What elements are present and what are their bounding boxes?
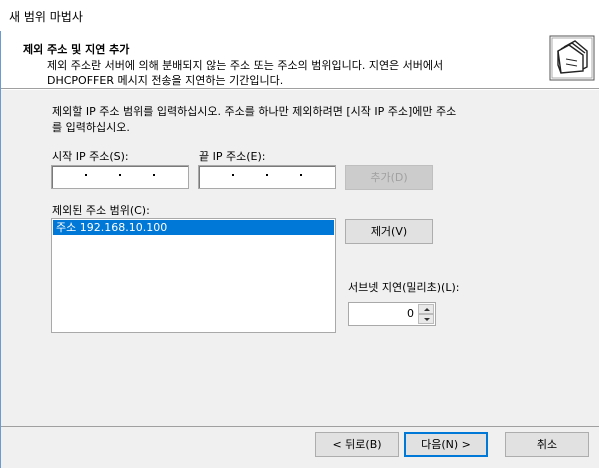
instruction-line2: 를 입력하십시오. bbox=[52, 121, 130, 134]
window-title: 새 범위 마법사 bbox=[9, 10, 83, 24]
wizard-header: 제외 주소 및 지연 추가 제외 주소란 서버에 의해 분배되지 않는 주소 또… bbox=[1, 31, 599, 88]
ip-octet-separator bbox=[119, 174, 121, 176]
folder-stack-icon bbox=[549, 35, 595, 81]
end-ip-field[interactable] bbox=[198, 165, 336, 189]
end-ip-label: 끝 IP 주소(E): bbox=[199, 150, 266, 163]
page-description-line1: 제외 주소란 서버에 의해 분배되지 않는 주소 또는 주소의 범위입니다. 지… bbox=[47, 59, 444, 72]
spin-up-icon[interactable] bbox=[418, 304, 434, 314]
remove-button[interactable]: 제거(V) bbox=[345, 219, 433, 244]
page-description-line2: DHCPOFFER 메시지 전송을 지연하는 기간입니다. bbox=[47, 74, 284, 87]
ip-octet-separator bbox=[153, 174, 155, 176]
back-button[interactable]: < 뒤로(B) bbox=[315, 432, 399, 457]
ip-octet-separator bbox=[85, 174, 87, 176]
subnet-delay-spinner[interactable]: 0 bbox=[348, 302, 436, 326]
add-button[interactable]: 추가(D) bbox=[345, 165, 433, 190]
title-bar: 새 범위 마법사 bbox=[0, 0, 599, 31]
list-item[interactable]: 주소 192.168.10.100 bbox=[53, 220, 334, 235]
excluded-range-list[interactable]: 주소 192.168.10.100 bbox=[51, 218, 336, 333]
new-scope-wizard-window: 새 범위 마법사 제외 주소 및 지연 추가 제외 주소란 서버에 의해 분배되… bbox=[0, 0, 599, 468]
cancel-button[interactable]: 취소 bbox=[505, 432, 589, 457]
ip-octet-separator bbox=[266, 174, 268, 176]
excluded-range-label: 제외된 주소 범위(C): bbox=[52, 204, 150, 217]
subnet-delay-value[interactable]: 0 bbox=[407, 307, 414, 320]
start-ip-label: 시작 IP 주소(S): bbox=[52, 150, 129, 163]
ip-octet-separator bbox=[300, 174, 302, 176]
start-ip-field[interactable] bbox=[51, 165, 189, 189]
spinner-arrows bbox=[418, 304, 434, 324]
subnet-delay-label: 서브넷 지연(밀리초)(L): bbox=[348, 281, 460, 294]
instruction-line1: 제외할 IP 주소 범위를 입력하십시오. 주소를 하나만 제외하려면 [시작 … bbox=[52, 105, 457, 118]
spin-down-icon[interactable] bbox=[418, 314, 434, 324]
next-button[interactable]: 다음(N) > bbox=[404, 432, 488, 457]
ip-octet-separator bbox=[232, 174, 234, 176]
page-heading: 제외 주소 및 지연 추가 bbox=[23, 43, 130, 56]
